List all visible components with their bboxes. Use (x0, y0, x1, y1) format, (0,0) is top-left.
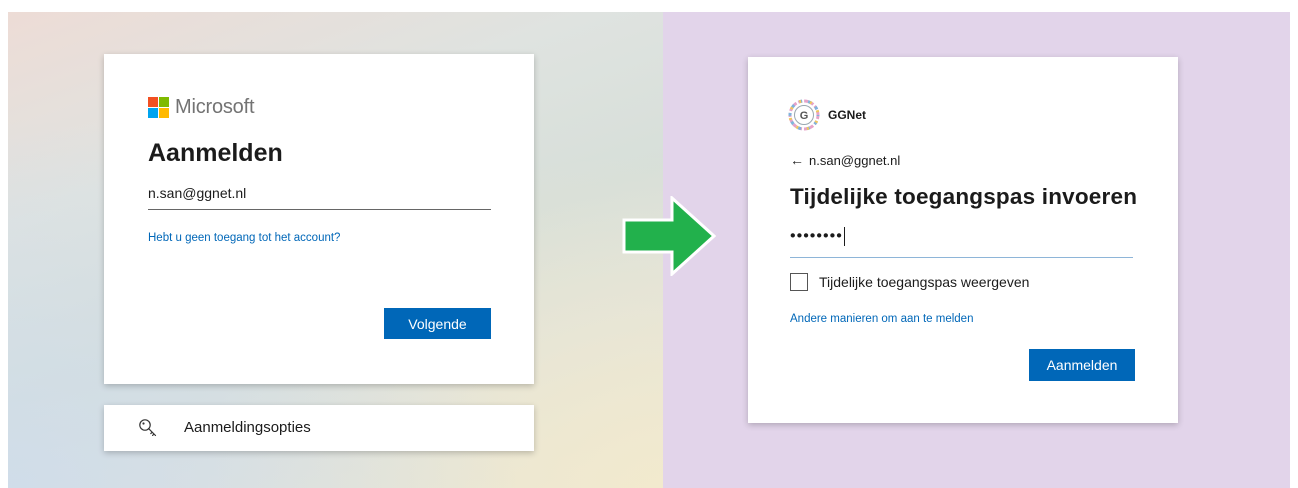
ggnet-signin-card: G GGNet ← n.san@ggnet.nl Tijdelijke toeg… (748, 57, 1178, 423)
other-methods-link[interactable]: Andere manieren om aan te melden (790, 313, 973, 325)
signin-button[interactable]: Aanmelden (1029, 349, 1135, 381)
signin-options-label: Aanmeldingsopties (184, 419, 311, 436)
next-button[interactable]: Volgende (384, 308, 491, 339)
show-pass-checkbox[interactable] (790, 273, 808, 291)
microsoft-brand-name: Microsoft (175, 96, 255, 118)
arrow-right-icon (622, 196, 716, 276)
microsoft-signin-card: Microsoft Aanmelden n.san@ggnet.nl Hebt … (104, 54, 534, 384)
email-field[interactable]: n.san@ggnet.nl (148, 185, 491, 210)
microsoft-logo-icon (148, 97, 169, 118)
microsoft-logo: Microsoft (148, 96, 255, 119)
ggnet-logo: G GGNet (788, 99, 866, 131)
ggnet-brand-name: GGNet (828, 108, 867, 122)
show-pass-toggle[interactable]: Tijdelijke toegangspas weergeven (790, 273, 1029, 291)
svg-text:G: G (800, 110, 809, 122)
text-caret (843, 227, 845, 246)
signin-options-button[interactable]: Aanmeldingsopties (104, 405, 534, 451)
page-title: Tijdelijke toegangspas invoeren (790, 184, 1138, 209)
back-link[interactable]: ← n.san@ggnet.nl (790, 152, 900, 168)
account-email: n.san@ggnet.nl (809, 152, 901, 168)
show-pass-label: Tijdelijke toegangspas weergeven (819, 274, 1030, 290)
back-arrow-icon: ← (790, 152, 804, 168)
temporary-pass-input[interactable]: •••••••• (790, 227, 1133, 258)
no-access-link[interactable]: Hebt u geen toegang tot het account? (148, 232, 340, 244)
key-icon (139, 419, 157, 437)
password-value: •••••••• (790, 227, 843, 245)
ggnet-logo-icon: G (788, 99, 820, 131)
page-title: Aanmelden (148, 139, 283, 167)
